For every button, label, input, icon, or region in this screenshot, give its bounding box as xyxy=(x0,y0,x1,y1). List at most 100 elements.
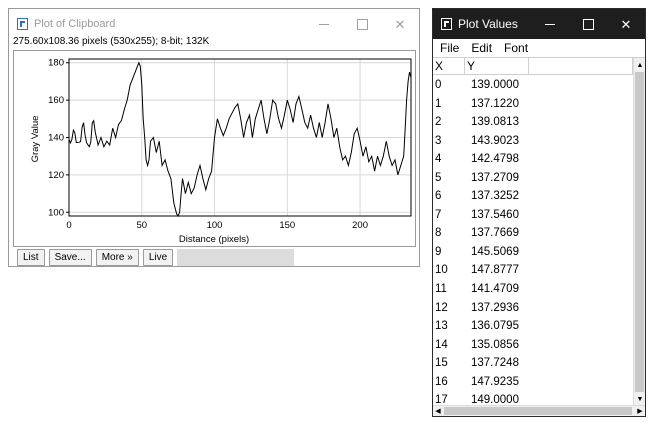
image-info-text: 275.60x108.36 pixels (530x255); 8-bit; 1… xyxy=(13,36,210,47)
cell-x: 8 xyxy=(435,227,442,240)
vertical-scroll-thumb[interactable] xyxy=(635,72,644,392)
values-table[interactable]: 0 139.0000 1 137.1220 2 139.0813 3 143.9023 4 142… xyxy=(433,76,633,405)
y-tick-label: 120 xyxy=(48,170,64,181)
save-button[interactable]: Save... xyxy=(48,249,92,266)
cell-x: 11 xyxy=(435,283,447,296)
table-row[interactable]: 11 141.4709 xyxy=(433,280,633,299)
vertical-scrollbar[interactable]: ▲ ▼ xyxy=(633,58,645,406)
imagej-app-icon xyxy=(441,18,452,30)
cell-y: 137.7669 xyxy=(471,227,519,240)
column-header-x[interactable]: X xyxy=(433,58,465,74)
cell-x: 15 xyxy=(435,357,448,370)
table-row[interactable]: 17 149.0000 xyxy=(433,391,633,405)
minimize-icon[interactable] xyxy=(305,9,343,39)
horizontal-scroll-thumb[interactable] xyxy=(444,407,632,415)
cell-y: 137.2936 xyxy=(471,301,519,314)
cell-y: 137.1220 xyxy=(471,97,519,110)
cell-y: 142.4798 xyxy=(471,153,519,166)
cell-x: 14 xyxy=(435,338,448,351)
y-tick-label: 180 xyxy=(48,58,64,69)
table-row[interactable]: 1 137.1220 xyxy=(433,95,633,114)
cell-y: 135.0856 xyxy=(471,338,519,351)
live-button[interactable]: Live xyxy=(142,249,174,266)
cell-y: 136.0795 xyxy=(471,320,519,333)
maximize-icon[interactable] xyxy=(343,9,381,39)
x-tick-label: 150 xyxy=(279,220,295,231)
cell-x: 9 xyxy=(435,245,442,258)
table-row[interactable]: 0 139.0000 xyxy=(433,76,633,95)
table-row[interactable]: 5 137.2709 xyxy=(433,169,633,188)
table-header: X Y xyxy=(433,57,645,75)
x-tick-label: 200 xyxy=(352,220,368,231)
table-row[interactable]: 9 145.5069 xyxy=(433,243,633,262)
x-tick-label: 0 xyxy=(66,220,71,231)
menu-font[interactable]: Font xyxy=(504,39,528,57)
table-row[interactable]: 15 137.7248 xyxy=(433,354,633,373)
table-row[interactable]: 7 137.5460 xyxy=(433,206,633,225)
cell-y: 139.0000 xyxy=(471,79,519,91)
table-row[interactable]: 10 147.8777 xyxy=(433,261,633,280)
cell-y: 145.5069 xyxy=(471,245,519,258)
cell-x: 5 xyxy=(435,171,442,184)
cell-x: 16 xyxy=(435,375,448,388)
profile-plot: 0 50 100 150 200 100 120 140 160 180 Gray Value D… xyxy=(30,58,412,245)
cell-y: 139.0813 xyxy=(471,116,519,129)
table-row[interactable]: 8 137.7669 xyxy=(433,224,633,243)
close-icon[interactable]: ✕ xyxy=(607,9,645,39)
cell-y: 141.4709 xyxy=(471,283,519,296)
menu-bar: File Edit Font xyxy=(433,39,645,57)
menu-edit[interactable]: Edit xyxy=(471,39,492,57)
cell-x: 3 xyxy=(435,134,442,147)
table-row[interactable]: 4 142.4798 xyxy=(433,150,633,169)
imagej-app-icon xyxy=(17,18,28,30)
plot-window-titlebar[interactable]: Plot of Clipboard ✕ xyxy=(9,9,419,39)
plot-area[interactable]: 0 50 100 150 200 100 120 140 160 180 Gray Value D… xyxy=(13,50,416,247)
values-window-titlebar[interactable]: Plot Values ✕ xyxy=(433,9,645,39)
plot-window: Plot of Clipboard ✕ 275.60x108.36 pixels… xyxy=(8,8,420,267)
cell-y: 147.9235 xyxy=(471,375,519,388)
plot-window-title: Plot of Clipboard xyxy=(34,18,116,30)
minimize-icon[interactable] xyxy=(531,9,569,39)
cell-x: 13 xyxy=(435,320,448,333)
plot-values-window: Plot Values ✕ File Edit Font X Y 0 139.00… xyxy=(432,8,646,417)
scroll-right-icon[interactable]: ▶ xyxy=(635,406,645,416)
column-header-y[interactable]: Y xyxy=(465,58,529,74)
scroll-down-icon[interactable]: ▼ xyxy=(634,392,646,406)
table-row[interactable]: 16 147.9235 xyxy=(433,373,633,392)
cell-y: 137.7248 xyxy=(471,357,519,370)
more-button[interactable]: More » xyxy=(95,249,139,266)
table-row[interactable]: 3 143.9023 xyxy=(433,132,633,151)
scroll-up-icon[interactable]: ▲ xyxy=(634,58,646,72)
cell-x: 17 xyxy=(435,394,448,405)
close-icon[interactable]: ✕ xyxy=(381,9,419,39)
cell-y: 137.2709 xyxy=(471,171,519,184)
table-row[interactable]: 6 137.3252 xyxy=(433,187,633,206)
cell-y: 149.0000 xyxy=(471,394,519,405)
cell-x: 6 xyxy=(435,190,442,203)
table-row[interactable]: 2 139.0813 xyxy=(433,113,633,132)
y-axis-label: Gray Value xyxy=(30,116,41,163)
scroll-left-icon[interactable]: ◀ xyxy=(433,406,443,416)
horizontal-scrollbar[interactable]: ◀ ▶ xyxy=(433,405,645,416)
y-tick-label: 160 xyxy=(48,95,64,106)
cell-x: 0 xyxy=(435,79,442,91)
cell-y: 137.3252 xyxy=(471,190,519,203)
cell-y: 143.9023 xyxy=(471,134,519,147)
table-row[interactable]: 13 136.0795 xyxy=(433,317,633,336)
x-tick-label: 100 xyxy=(207,220,223,231)
cell-x: 2 xyxy=(435,116,442,129)
maximize-icon[interactable] xyxy=(569,9,607,39)
cell-y: 147.8777 xyxy=(471,264,519,277)
cell-x: 4 xyxy=(435,153,442,166)
cell-x: 7 xyxy=(435,208,442,221)
table-row[interactable]: 14 135.0856 xyxy=(433,336,633,355)
table-row[interactable]: 12 137.2936 xyxy=(433,299,633,318)
values-window-title: Plot Values xyxy=(458,17,518,31)
menu-file[interactable]: File xyxy=(440,39,459,57)
list-button[interactable]: List xyxy=(17,249,45,266)
cell-x: 1 xyxy=(435,97,442,110)
y-tick-label: 140 xyxy=(48,133,64,144)
cell-y: 137.5460 xyxy=(471,208,519,221)
cell-x: 12 xyxy=(435,301,448,314)
status-field xyxy=(177,249,295,266)
